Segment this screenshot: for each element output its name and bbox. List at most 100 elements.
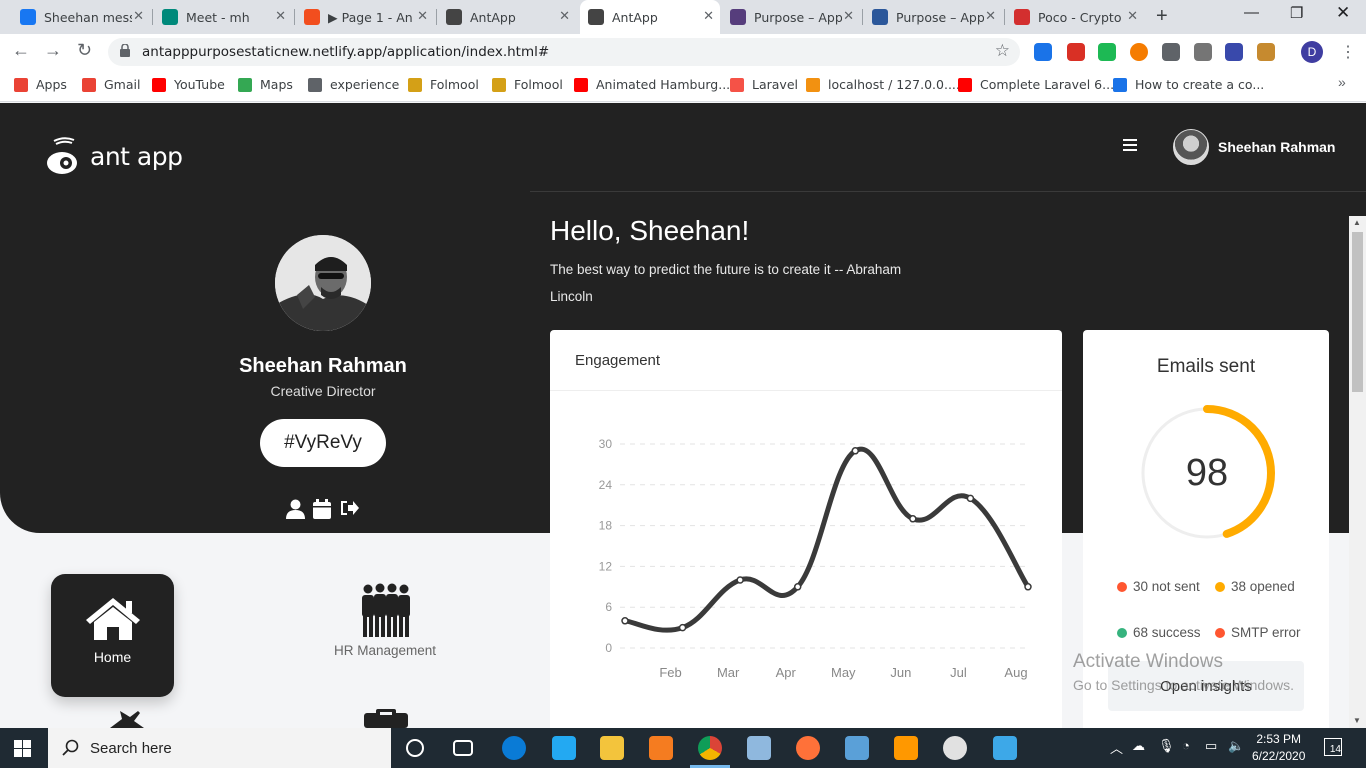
legend-success: 68 success — [1117, 625, 1201, 640]
omnibox[interactable]: antapppurposestaticnew.netlify.app/appli… — [108, 38, 1020, 66]
page-scrollbar[interactable]: ▲ ▼ — [1349, 216, 1366, 728]
extension-icon[interactable] — [1034, 43, 1052, 61]
browser-tab[interactable]: Meet - mh ✕ — [154, 0, 292, 34]
bookmark-star-icon[interactable]: ☆ — [995, 41, 1010, 61]
bookmark-item[interactable]: Gmail — [82, 77, 140, 92]
bookmark-item[interactable]: Apps — [14, 77, 67, 92]
extension-icon[interactable] — [1098, 43, 1116, 61]
bookmark-item[interactable]: YouTube — [152, 77, 225, 92]
profile-avatar[interactable]: D — [1301, 41, 1323, 63]
bookmark-item[interactable]: Maps — [238, 77, 293, 92]
firefox-icon[interactable] — [796, 736, 820, 760]
app-logo[interactable]: ant app — [44, 135, 183, 177]
chrome-icon[interactable] — [698, 736, 722, 760]
browser-tab[interactable]: AntApp ✕ — [580, 0, 720, 34]
xampp-icon[interactable] — [649, 736, 673, 760]
forward-icon[interactable]: → — [44, 40, 62, 61]
browser-tab[interactable]: AntApp ✕ — [438, 0, 576, 34]
data-point[interactable] — [736, 576, 744, 584]
browser-tab[interactable]: Poco - Crypto ✕ — [1006, 0, 1144, 34]
taskbar-clock[interactable]: 2:53 PM 6/22/2020 — [1252, 731, 1305, 765]
minimize-button[interactable]: — — [1244, 4, 1259, 21]
close-tab-icon[interactable]: ✕ — [133, 9, 144, 24]
clipboard-icon[interactable] — [360, 709, 412, 728]
tray-chevron-icon[interactable]: ︿ — [1110, 738, 1123, 757]
bookmark-label: Apps — [36, 77, 67, 92]
extension-icon[interactable] — [1225, 43, 1243, 61]
bookmarks-overflow-icon[interactable]: » — [1338, 74, 1346, 90]
apps-grid-icon — [14, 77, 28, 92]
close-tab-icon[interactable]: ✕ — [417, 9, 428, 24]
app-icon[interactable] — [943, 736, 967, 760]
task-view-icon[interactable] — [453, 740, 473, 756]
extension-icon[interactable] — [1162, 43, 1180, 61]
app-icon[interactable] — [747, 736, 771, 760]
windows-start-icon[interactable] — [14, 740, 31, 757]
tab-separator — [1004, 9, 1005, 25]
data-point[interactable] — [909, 515, 917, 523]
edge-icon[interactable] — [502, 736, 526, 760]
maximize-button[interactable]: ❐ — [1290, 4, 1303, 22]
scrollbar-thumb[interactable] — [1352, 232, 1363, 392]
bookmark-label: Animated Hamburg... — [596, 77, 731, 92]
bookmark-item[interactable]: Folmool — [492, 77, 563, 92]
top-user-menu[interactable]: Sheehan Rahman — [1173, 129, 1335, 165]
extension-icon[interactable] — [1067, 43, 1085, 61]
user-icon[interactable] — [286, 499, 305, 519]
close-tab-icon[interactable]: ✕ — [275, 9, 286, 24]
bookmark-item[interactable]: localhost / 127.0.0.... — [806, 77, 960, 92]
data-point[interactable] — [678, 623, 687, 632]
scroll-up-icon[interactable]: ▲ — [1353, 218, 1361, 227]
close-tab-icon[interactable]: ✕ — [559, 9, 570, 24]
data-point[interactable] — [966, 494, 975, 503]
bookmark-item[interactable]: Animated Hamburg... — [574, 77, 730, 92]
onedrive-icon[interactable]: ☁ — [1132, 738, 1145, 754]
wifi-icon[interactable]: ◔ — [1182, 738, 1190, 753]
sublime-text-icon[interactable] — [894, 736, 918, 760]
extension-icon[interactable] — [1130, 43, 1148, 61]
close-tab-icon[interactable]: ✕ — [1127, 9, 1138, 24]
nav-tile-icon-partial[interactable] — [100, 709, 154, 728]
battery-icon[interactable]: ▭ — [1205, 738, 1217, 754]
extension-icon[interactable] — [1194, 43, 1212, 61]
taskbar-search-box[interactable]: Search here — [48, 728, 391, 768]
close-window-button[interactable]: ✕ — [1336, 3, 1350, 23]
profile-tag-button[interactable]: #VyReVy — [260, 419, 386, 467]
nav-home-tile[interactable]: Home — [51, 574, 174, 697]
extension-icon[interactable] — [1257, 43, 1275, 61]
bookmark-item[interactable]: How to create a co... — [1113, 77, 1264, 92]
browser-tab[interactable]: Sheehan mess ✕ — [12, 0, 150, 34]
back-icon[interactable]: ← — [12, 40, 30, 61]
browser-tab[interactable]: ▶ Page 1 - An ✕ — [296, 0, 434, 34]
cortana-icon[interactable] — [406, 739, 424, 757]
calendar-icon[interactable] — [313, 499, 331, 519]
reload-icon[interactable]: ↻ — [77, 40, 92, 61]
app-icon[interactable] — [993, 736, 1017, 760]
hamburger-menu-icon[interactable] — [1123, 139, 1137, 151]
data-point[interactable] — [1024, 583, 1032, 591]
notification-center-icon[interactable]: 14 — [1324, 738, 1342, 756]
browser-tab[interactable]: Purpose – App ✕ — [722, 0, 860, 34]
sign-out-icon[interactable] — [339, 499, 359, 517]
bookmark-item[interactable]: Complete Laravel 6... — [958, 77, 1114, 92]
bookmark-label: experience — [330, 77, 400, 92]
menu-kebab-icon[interactable]: ⋮ — [1340, 42, 1356, 62]
close-tab-icon[interactable]: ✕ — [703, 9, 714, 24]
scroll-down-icon[interactable]: ▼ — [1353, 716, 1361, 725]
file-explorer-icon[interactable] — [600, 736, 624, 760]
vscode-icon[interactable] — [552, 736, 576, 760]
browser-tab[interactable]: Purpose – App ✕ — [864, 0, 1002, 34]
microphone-icon[interactable]: 🎙 — [1158, 738, 1175, 754]
bookmark-item[interactable]: Folmool — [408, 77, 479, 92]
nav-hr-management-tile[interactable]: HR Management — [322, 583, 448, 658]
bookmark-item[interactable]: experience — [308, 77, 399, 92]
volume-icon[interactable]: 🔈 — [1228, 738, 1244, 754]
data-point[interactable] — [851, 447, 860, 455]
data-point[interactable] — [621, 617, 629, 625]
app-icon[interactable] — [845, 736, 869, 760]
data-point[interactable] — [793, 583, 802, 591]
bookmark-item[interactable]: Laravel — [730, 77, 798, 92]
close-tab-icon[interactable]: ✕ — [985, 9, 996, 24]
new-tab-button[interactable]: + — [1156, 5, 1168, 28]
close-tab-icon[interactable]: ✕ — [843, 9, 854, 24]
